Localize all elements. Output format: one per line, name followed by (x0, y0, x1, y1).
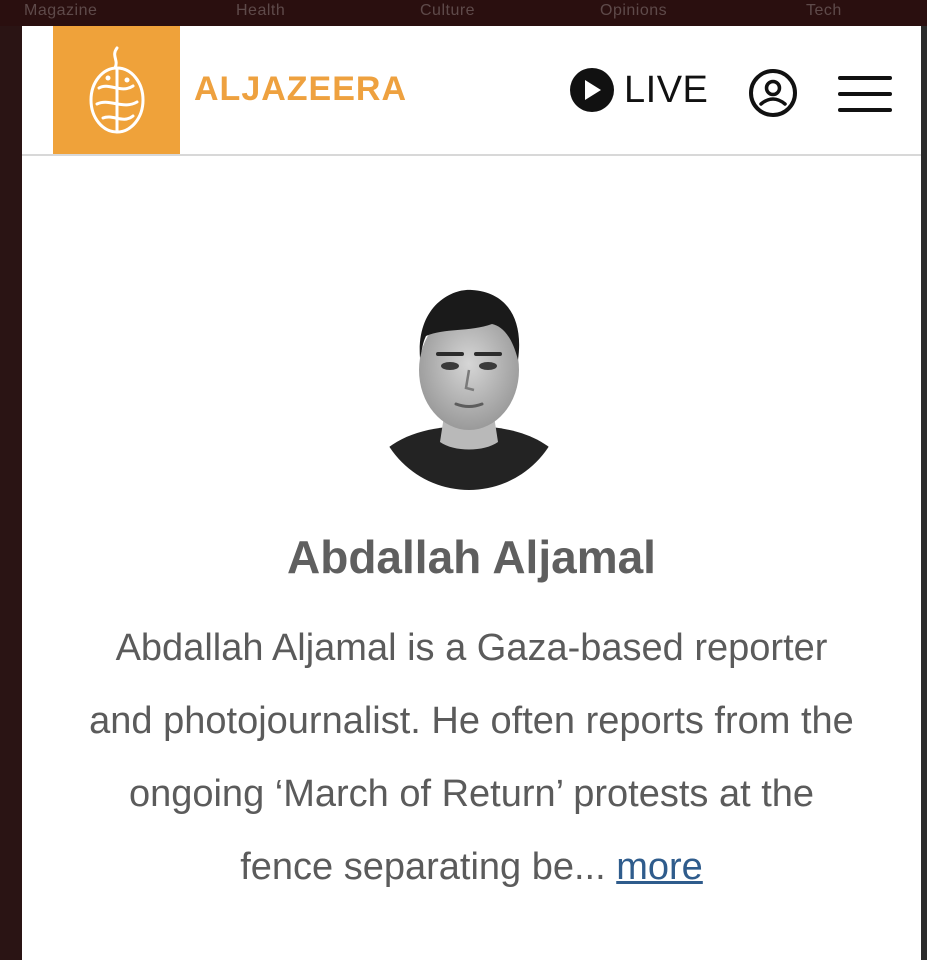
aljazeera-logo-icon (89, 46, 145, 134)
play-icon (570, 68, 614, 112)
window-frame-left (0, 0, 22, 960)
live-label: LIVE (624, 68, 709, 111)
top-nav-item[interactable]: Magazine (24, 2, 97, 20)
window-frame-right (921, 0, 927, 960)
top-nav-item[interactable]: Culture (420, 2, 475, 20)
user-circle-icon (749, 69, 797, 117)
top-nav-item[interactable]: Health (236, 2, 285, 20)
hamburger-menu-button[interactable] (838, 72, 894, 116)
author-bio-text: Abdallah Aljamal is a Gaza-based reporte… (89, 627, 854, 888)
author-avatar (374, 266, 564, 490)
top-nav-item[interactable]: Opinions (600, 2, 667, 20)
brand-wordmark[interactable]: ALJAZEERA (194, 70, 407, 109)
top-nav-strip: Magazine Health Culture Opinions Tech (0, 0, 927, 26)
author-bio: Abdallah Aljamal is a Gaza-based reporte… (82, 612, 861, 904)
author-name: Abdallah Aljamal (287, 531, 656, 583)
more-link[interactable]: more (616, 846, 703, 888)
top-nav-item[interactable]: Tech (806, 2, 842, 20)
account-button[interactable] (748, 68, 798, 118)
logo-link[interactable] (53, 26, 180, 154)
site-header: ALJAZEERA LIVE (22, 26, 921, 156)
page: ALJAZEERA LIVE Abdallah Aljamal Abdallah… (22, 26, 921, 960)
live-button[interactable]: LIVE (570, 68, 708, 112)
